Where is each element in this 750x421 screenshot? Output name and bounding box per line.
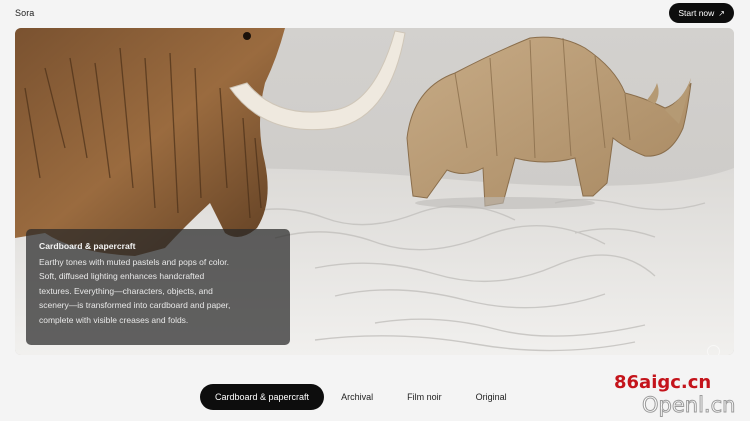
watermark-86aigc: 86aigc.cn	[614, 372, 712, 393]
start-now-label: Start now	[678, 8, 715, 18]
caption-line: complete with visible creases and folds.	[39, 314, 189, 325]
brand-name[interactable]: Sora	[15, 8, 34, 18]
style-caption: Cardboard & papercraft Earthy tones with…	[26, 229, 290, 345]
watermark-openl: Openl.cn	[641, 393, 736, 418]
tab-cardboard-papercraft[interactable]: Cardboard & papercraft	[200, 384, 325, 410]
caption-title: Cardboard & papercraft	[39, 241, 136, 251]
start-now-button[interactable]: Start now ↗	[669, 3, 734, 23]
caption-line: scenery—is transformed into cardboard an…	[39, 300, 231, 311]
top-bar: Sora	[0, 0, 750, 26]
caption-line: textures. Everything—characters, objects…	[39, 285, 213, 296]
caption-line: Earthy tones with muted pastels and pops…	[39, 257, 229, 267]
pause-icon[interactable]	[707, 345, 720, 355]
tab-archival[interactable]: Archival	[324, 384, 390, 410]
tab-original[interactable]: Original	[459, 384, 524, 410]
tab-film-noir[interactable]: Film noir	[390, 384, 459, 410]
caption-line: Soft, diffused lighting enhances handcra…	[39, 271, 205, 282]
caption-body: Earthy tones with muted pastels and pops…	[39, 255, 277, 327]
arrow-up-right-icon: ↗	[718, 8, 725, 18]
style-tabs: Cardboard & papercraft Archival Film noi…	[200, 384, 524, 410]
